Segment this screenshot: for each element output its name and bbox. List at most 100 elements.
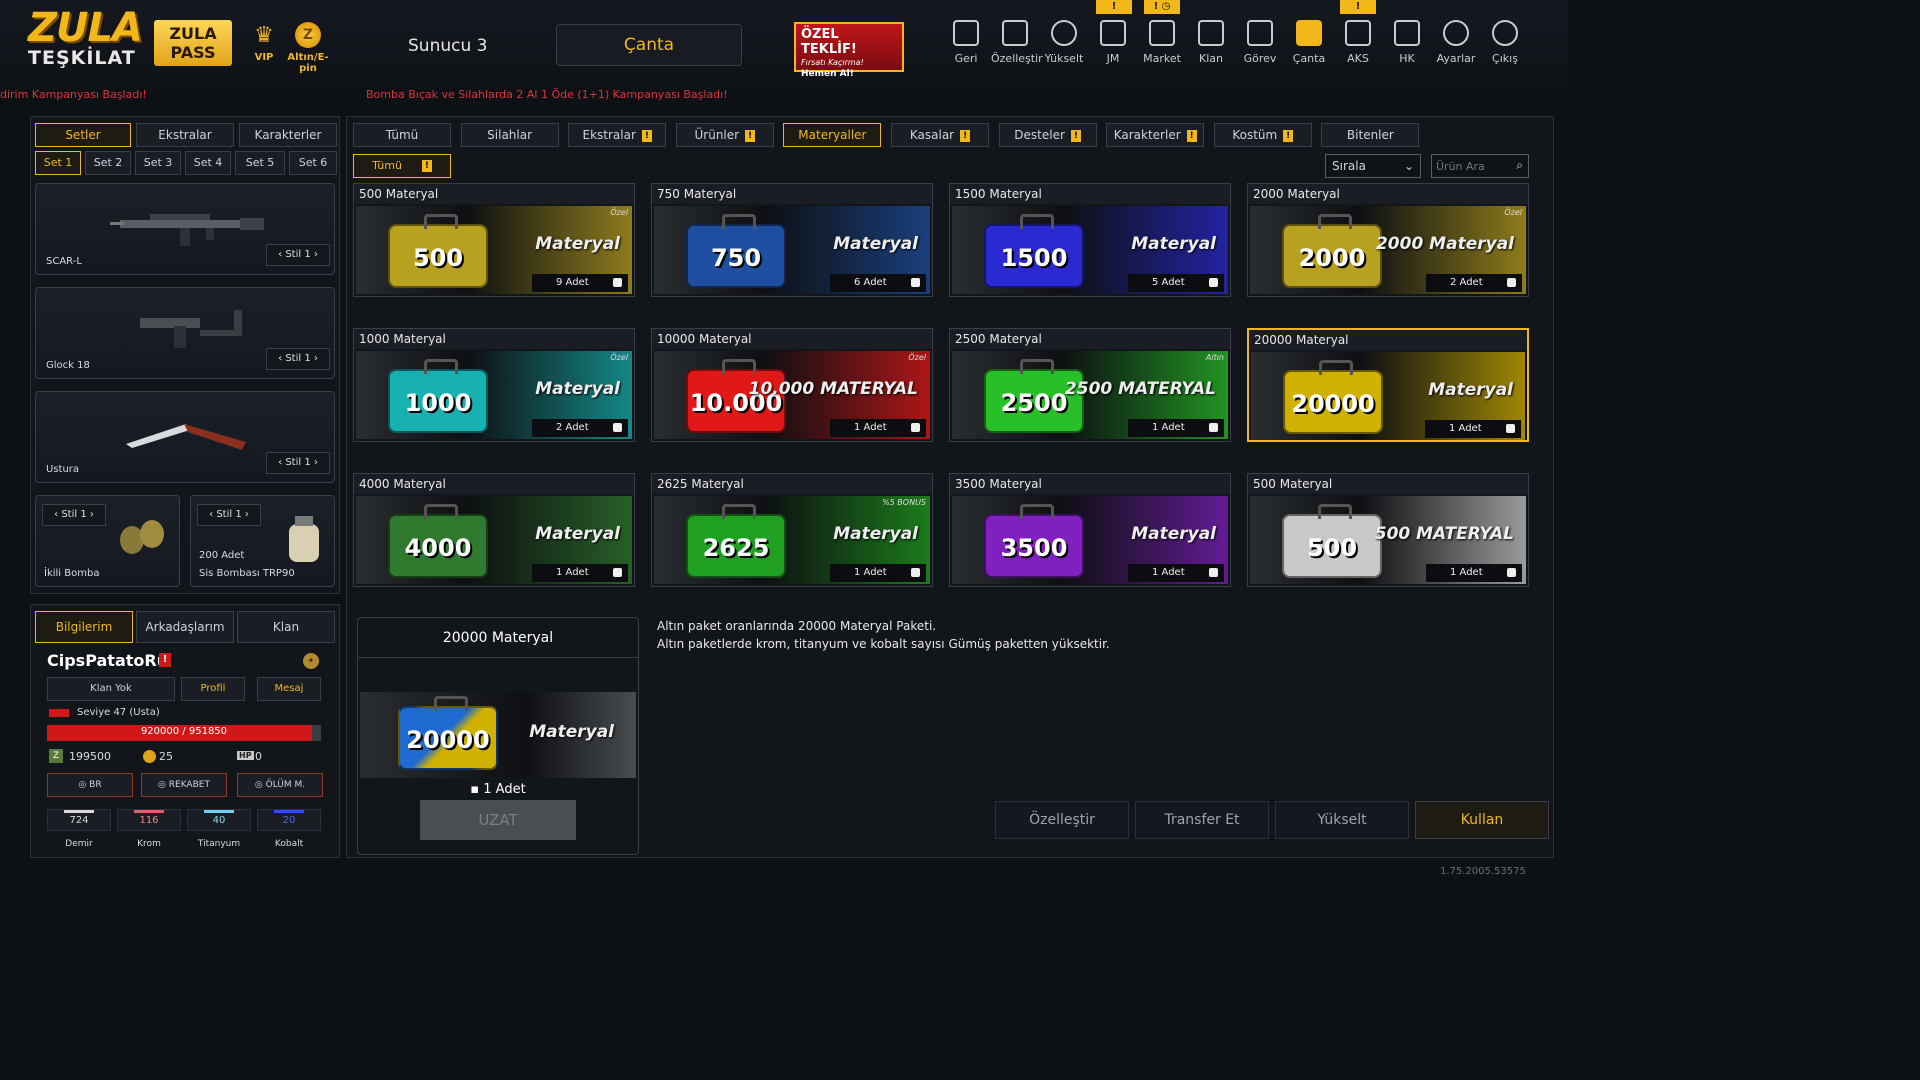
sort-dropdown[interactable]: Sırala ⌄: [1325, 154, 1421, 178]
item-banner-text: 2000 Materyal: [1375, 234, 1514, 254]
search-input[interactable]: [1432, 155, 1506, 177]
item-card[interactable]: 750 Materyal 750 Materyal 6 Adet: [651, 183, 933, 297]
item-card[interactable]: 1500 Materyal 1500 Materyal 5 Adet: [949, 183, 1231, 297]
profile-button[interactable]: Profil: [181, 677, 245, 701]
nav-task-button[interactable]: Görev: [1236, 20, 1284, 70]
set-1[interactable]: Set 1: [35, 151, 81, 175]
no-clan-button[interactable]: Klan Yok: [47, 677, 175, 701]
nav-aks-button[interactable]: AKS: [1334, 20, 1382, 70]
style-selector[interactable]: ‹ Stil 1 ›: [42, 504, 106, 526]
tab-clan[interactable]: Klan: [237, 611, 335, 643]
task-icon: [1247, 20, 1273, 46]
style-selector[interactable]: ‹ Stil 1 ›: [266, 452, 330, 474]
tab-friends[interactable]: Arkadaşlarım: [136, 611, 234, 643]
zula-pass-button[interactable]: ZULA PASS: [154, 20, 232, 66]
warning-icon: !: [1283, 129, 1294, 142]
style-selector[interactable]: ‹ Stil 1 ›: [266, 348, 330, 370]
weapon-slot-melee[interactable]: Ustura ‹ Stil 1 ›: [35, 391, 335, 483]
tab-extras[interactable]: Ekstralar: [136, 123, 234, 147]
nav-power-button[interactable]: Çıkış: [1481, 20, 1529, 70]
item-card[interactable]: 4000 Materyal 4000 Materyal 1 Adet: [353, 473, 635, 587]
game-logo: ZULA TEŞKİLAT: [28, 5, 143, 69]
vip-button[interactable]: ♛ VIP: [250, 22, 278, 63]
set-2[interactable]: Set 2: [85, 151, 131, 175]
nav-bag-button[interactable]: Çanta: [1285, 20, 1333, 70]
item-card[interactable]: 3500 Materyal 3500 Materyal 1 Adet: [949, 473, 1231, 587]
grenade-slot-1[interactable]: ‹ Stil 1 › İkili Bomba: [35, 495, 180, 587]
message-button[interactable]: Mesaj: [257, 677, 321, 701]
tab-ürünler[interactable]: Ürünler!: [675, 123, 774, 147]
mode-competitive-button[interactable]: ◎ REKABET: [141, 773, 227, 797]
mode-deathmatch-button[interactable]: ◎ ÖLÜM M.: [237, 773, 323, 797]
upgrade-button[interactable]: Yükselt: [1275, 801, 1409, 839]
nav-gear-button[interactable]: Ayarlar: [1432, 20, 1480, 70]
item-banner-text: Materyal: [535, 379, 620, 399]
nav-tools-button[interactable]: Özelleştir: [991, 20, 1043, 70]
item-image: 2500 2500 MATERYAL Altın 1 Adet: [952, 351, 1228, 439]
style-selector[interactable]: ‹ Stil 1 ›: [266, 244, 330, 266]
set-4[interactable]: Set 4: [185, 151, 231, 175]
tab-kasalar[interactable]: Kasalar!: [891, 123, 989, 147]
tab-silahlar[interactable]: Silahlar: [460, 123, 559, 147]
item-count: 9 Adet: [532, 274, 628, 292]
weapon-slot-secondary[interactable]: Glock 18 ‹ Stil 1 ›: [35, 287, 335, 379]
search-box[interactable]: ⌕: [1431, 154, 1529, 178]
wallet-icon: [1394, 20, 1420, 46]
set-6[interactable]: Set 6: [289, 151, 337, 175]
gold-epin-button[interactable]: Z Altın/E-pin: [280, 22, 336, 74]
tab-sets[interactable]: Setler: [35, 123, 131, 147]
case-icon: 20000: [1283, 360, 1383, 434]
case-icon: 500: [388, 214, 488, 288]
material-label: Titanyum: [197, 839, 241, 849]
tab-desteler[interactable]: Desteler!: [998, 123, 1097, 147]
case-icon: 2625: [686, 504, 786, 578]
nav-clan-button[interactable]: Klan: [1187, 20, 1235, 70]
grenade-slot-2[interactable]: ‹ Stil 1 › 200 Adet Sis Bombası TRP90: [190, 495, 335, 587]
tab-tümü[interactable]: Tümü: [353, 123, 451, 147]
detail-image: 20000 Materyal: [360, 692, 636, 778]
bag-title-button[interactable]: Çanta: [556, 24, 742, 66]
tab-bitenler[interactable]: Bitenler: [1321, 123, 1420, 147]
mode-br-button[interactable]: ◎ BR: [47, 773, 133, 797]
nav-upgrade-button[interactable]: Yükselt: [1040, 20, 1088, 70]
nav-jm-button[interactable]: JM: [1089, 20, 1137, 70]
item-card[interactable]: 2500 Materyal 2500 2500 MATERYAL Altın 1 Ade…: [949, 328, 1231, 442]
warning-icon: !: [1186, 129, 1197, 142]
tab-characters[interactable]: Karakterler: [239, 123, 337, 147]
gear-icon: [1443, 20, 1469, 46]
item-banner-text: Materyal: [833, 524, 918, 544]
tab-ekstralar[interactable]: Ekstralar!: [568, 123, 667, 147]
nav-exit-button[interactable]: Geri: [942, 20, 990, 70]
market-alert-badge: ! ◷: [1144, 0, 1180, 14]
item-card[interactable]: 10000 Materyal 10.000 10.000 MATERYAL Özel 1…: [651, 328, 933, 442]
item-card[interactable]: 500 Materyal 500 Materyal Özel 9 Adet: [353, 183, 635, 297]
tab-kostüm[interactable]: Kostüm!: [1213, 123, 1312, 147]
item-tag: Özel: [610, 208, 628, 217]
weapon-slot-primary[interactable]: SCAR-L ‹ Stil 1 ›: [35, 183, 335, 275]
item-card[interactable]: 2625 Materyal 2625 Materyal %5 BONUS 1 Adet: [651, 473, 933, 587]
nav-wallet-button[interactable]: HK: [1383, 20, 1431, 70]
item-title: 20000 Materyal: [1249, 330, 1527, 350]
tab-karakterler[interactable]: Karakterler!: [1106, 123, 1205, 147]
item-tag: Özel: [908, 353, 926, 362]
extend-button[interactable]: UZAT: [420, 800, 576, 840]
nav-cart-button[interactable]: Market: [1138, 20, 1186, 70]
chevron-down-icon: ⌄: [1403, 159, 1414, 173]
item-card[interactable]: 500 Materyal 500 500 MATERYAL 1 Adet: [1247, 473, 1529, 587]
set-5[interactable]: Set 5: [235, 151, 285, 175]
item-card[interactable]: 2000 Materyal 2000 2000 Materyal Özel 2 Adet: [1247, 183, 1529, 297]
customize-button[interactable]: Özelleştir: [995, 801, 1129, 839]
item-card[interactable]: 1000 Materyal 1000 Materyal Özel 2 Adet: [353, 328, 635, 442]
item-banner-text: Materyal: [1131, 524, 1216, 544]
set-3[interactable]: Set 3: [135, 151, 181, 175]
detail-count: ▪ 1 Adet: [470, 782, 526, 797]
transfer-button[interactable]: Transfer Et: [1135, 801, 1269, 839]
special-offer-banner[interactable]: ÖZEL TEKLİF! Fırsatı Kaçırma! Hemen Al!: [794, 22, 904, 79]
subfilter-all[interactable]: Tümü!: [353, 154, 451, 178]
use-button[interactable]: Kullan: [1415, 801, 1549, 839]
style-selector[interactable]: ‹ Stil 1 ›: [197, 504, 261, 526]
item-card[interactable]: 20000 Materyal 20000 Materyal 1 Adet: [1247, 328, 1529, 442]
item-banner-text: Materyal: [535, 234, 620, 254]
tab-materyaller[interactable]: Materyaller: [783, 123, 882, 147]
tab-my-info[interactable]: Bilgilerim: [35, 611, 133, 643]
